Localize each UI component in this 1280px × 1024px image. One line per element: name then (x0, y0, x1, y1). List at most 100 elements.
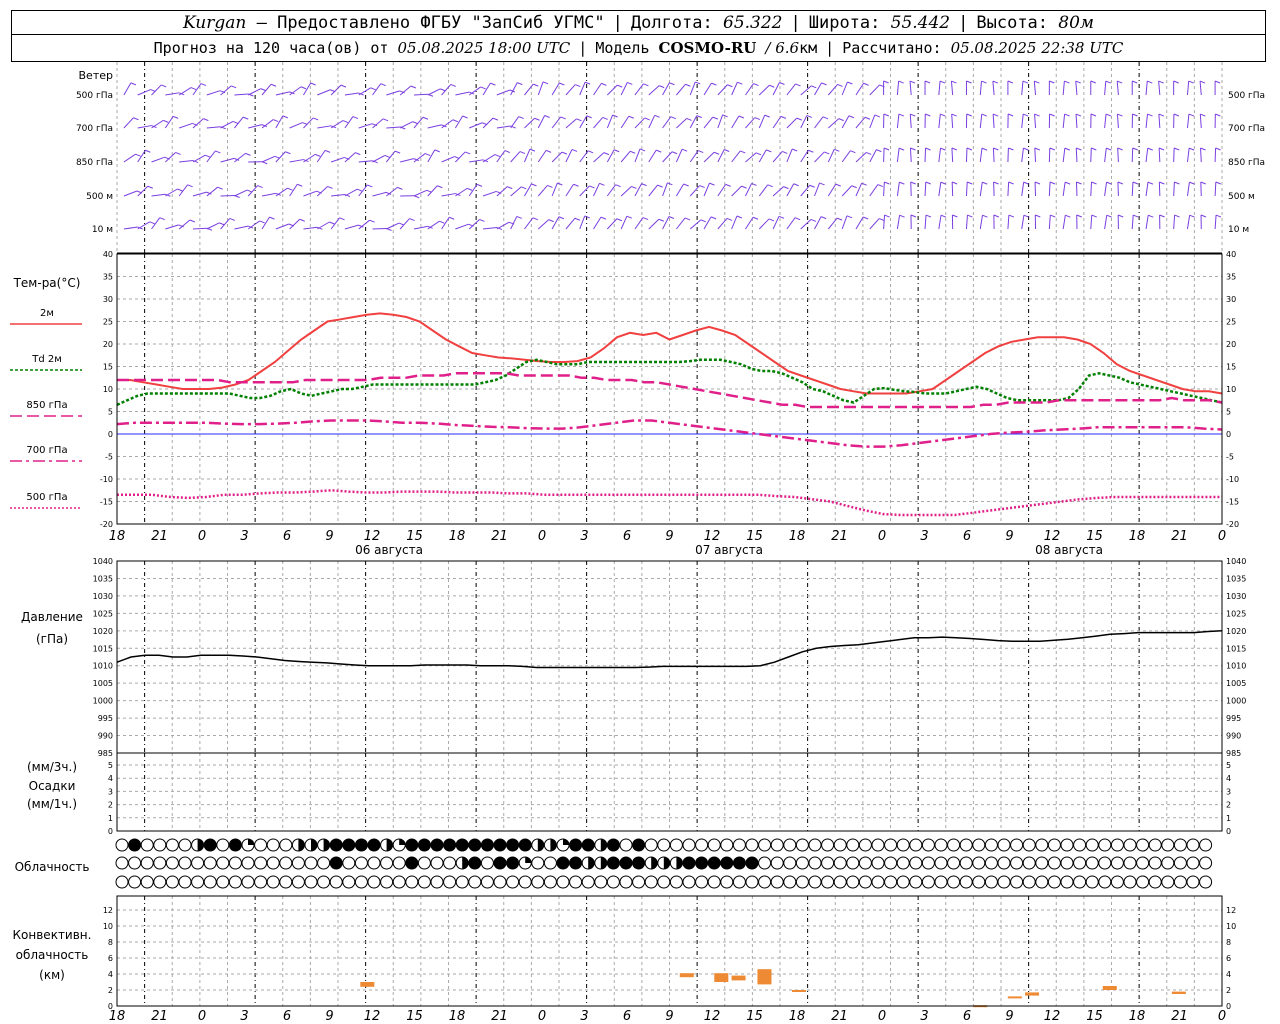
wind-barb (662, 82, 670, 96)
wind-barb (1033, 81, 1037, 96)
wind-barb-feather (940, 147, 946, 151)
cloud-cover-symbol (808, 875, 822, 889)
wind-barb-feather (521, 186, 527, 190)
cloud-cover-symbol (959, 856, 973, 870)
wind-barb (869, 149, 877, 163)
wind-barb (827, 217, 838, 230)
cloud-cover-symbol (984, 875, 998, 889)
cloud-cover-symbol-fill (197, 839, 204, 851)
day-label: 07 августа (695, 543, 763, 557)
wind-barb-feather (1035, 214, 1041, 218)
wind-barb-feather (232, 120, 239, 124)
wind-barb (731, 115, 740, 129)
wind-barb (399, 121, 413, 129)
wind-barb (593, 216, 602, 230)
cloud-cover-symbol (556, 856, 570, 870)
cloud-cover-symbol (228, 838, 242, 852)
wind-barb (924, 214, 927, 230)
precip-tick-label: 2 (1226, 801, 1231, 810)
wind-barb-feather (993, 147, 999, 151)
hour-label: 15 (746, 529, 763, 544)
wind-level-label: 700 гПа (76, 124, 113, 134)
temp-tick-label: 20 (103, 340, 113, 349)
wind-barb-feather (397, 186, 403, 190)
wind-barb-feather (864, 116, 871, 120)
wind-barb-feather (147, 185, 153, 189)
cloud-cover-symbol (1136, 875, 1150, 889)
wind-barb-feather (822, 116, 829, 120)
wind-barb (731, 185, 742, 197)
wind-barb-feather (1215, 113, 1221, 117)
precip-tick-label: 5 (108, 761, 113, 770)
legend-label: 500 гПа (26, 492, 67, 503)
wind-barb (814, 151, 825, 163)
wind-barb-feather (967, 214, 973, 218)
hour-label: 9 (1005, 529, 1013, 544)
cloud-cover-symbol (858, 875, 872, 889)
wind-barb-feather (794, 217, 801, 221)
wind-barb (606, 84, 618, 96)
cloud-cover-symbol (518, 838, 532, 852)
cloud-cover-symbol (1123, 856, 1137, 870)
conv-tick-label: 6 (108, 954, 113, 963)
wind-barb-feather (1199, 80, 1206, 84)
wind-barb-feather (658, 218, 665, 222)
wind-barb (841, 81, 848, 96)
wind-barb (565, 183, 574, 197)
hour-label: 3 (580, 529, 588, 544)
wind-barb-feather (1173, 80, 1179, 84)
wind-barb (965, 181, 968, 197)
wind-barb (689, 185, 700, 197)
wind-barb-feather (1200, 147, 1206, 151)
wind-barb-feather (313, 117, 319, 121)
wind-barb-feather (189, 219, 196, 223)
temp-tick-label: -10 (100, 475, 113, 484)
wind-barb (648, 149, 657, 163)
temp-tick-label: 35 (103, 273, 113, 282)
wind-barb-feather (1106, 147, 1112, 151)
cloud-cover-symbol (896, 875, 910, 889)
conv-bar (1102, 986, 1117, 990)
wind-barb-feather (163, 119, 169, 123)
wind-barb (745, 152, 757, 163)
wind-barb-feather (658, 85, 665, 89)
conv-bar (1171, 991, 1186, 994)
wind-barb (1062, 148, 1066, 163)
wind-barb-feather (529, 148, 536, 152)
conv-tick-label: 4 (108, 970, 113, 979)
wind-barb (1158, 113, 1161, 129)
meteogram: Ветер 500 гПа 500 гПа 700 гПа 700 гПа 850 гПа… (10, 62, 1265, 1024)
temp-tick-label: 25 (103, 318, 113, 327)
cloud-cover-symbol (1148, 875, 1162, 889)
wind-barb-feather (315, 153, 321, 157)
pressure-tick-label: 1040 (1226, 557, 1246, 566)
wind-barb-feather (135, 153, 141, 157)
cloud-cover-symbol (342, 838, 356, 852)
wind-barb-feather (846, 215, 853, 219)
wind-barb-feather (741, 185, 747, 189)
wind-barb (731, 215, 738, 230)
precip-unit-2: (мм/1ч.) (27, 797, 77, 811)
cloud-cover-symbol (291, 856, 305, 870)
cloud-cover-symbol (833, 875, 847, 889)
wind-barb-feather (548, 219, 554, 223)
cloud-cover-symbol (417, 856, 431, 870)
precip-tick-label: 3 (108, 787, 113, 796)
precip-tick-label: 2 (108, 801, 113, 810)
wind-barb (372, 191, 387, 197)
wind-barb (1145, 182, 1149, 197)
wind-barb-feather (219, 222, 225, 226)
cloud-cover-symbol (909, 856, 923, 870)
wind-barb (482, 82, 491, 96)
wind-barb (178, 87, 192, 96)
cloud-cover-symbol (115, 875, 129, 889)
cloud-cover-symbol (405, 838, 419, 852)
cloud-cover-symbol (266, 856, 280, 870)
cloud-cover-symbol (128, 838, 142, 852)
wind-barb (1021, 81, 1024, 96)
wind-barb-feather (1090, 113, 1097, 117)
cloud-cover-symbol (455, 875, 469, 889)
wind-barb-feather (712, 116, 719, 120)
cloud-cover-symbol (367, 875, 381, 889)
wind-barb (745, 117, 756, 129)
